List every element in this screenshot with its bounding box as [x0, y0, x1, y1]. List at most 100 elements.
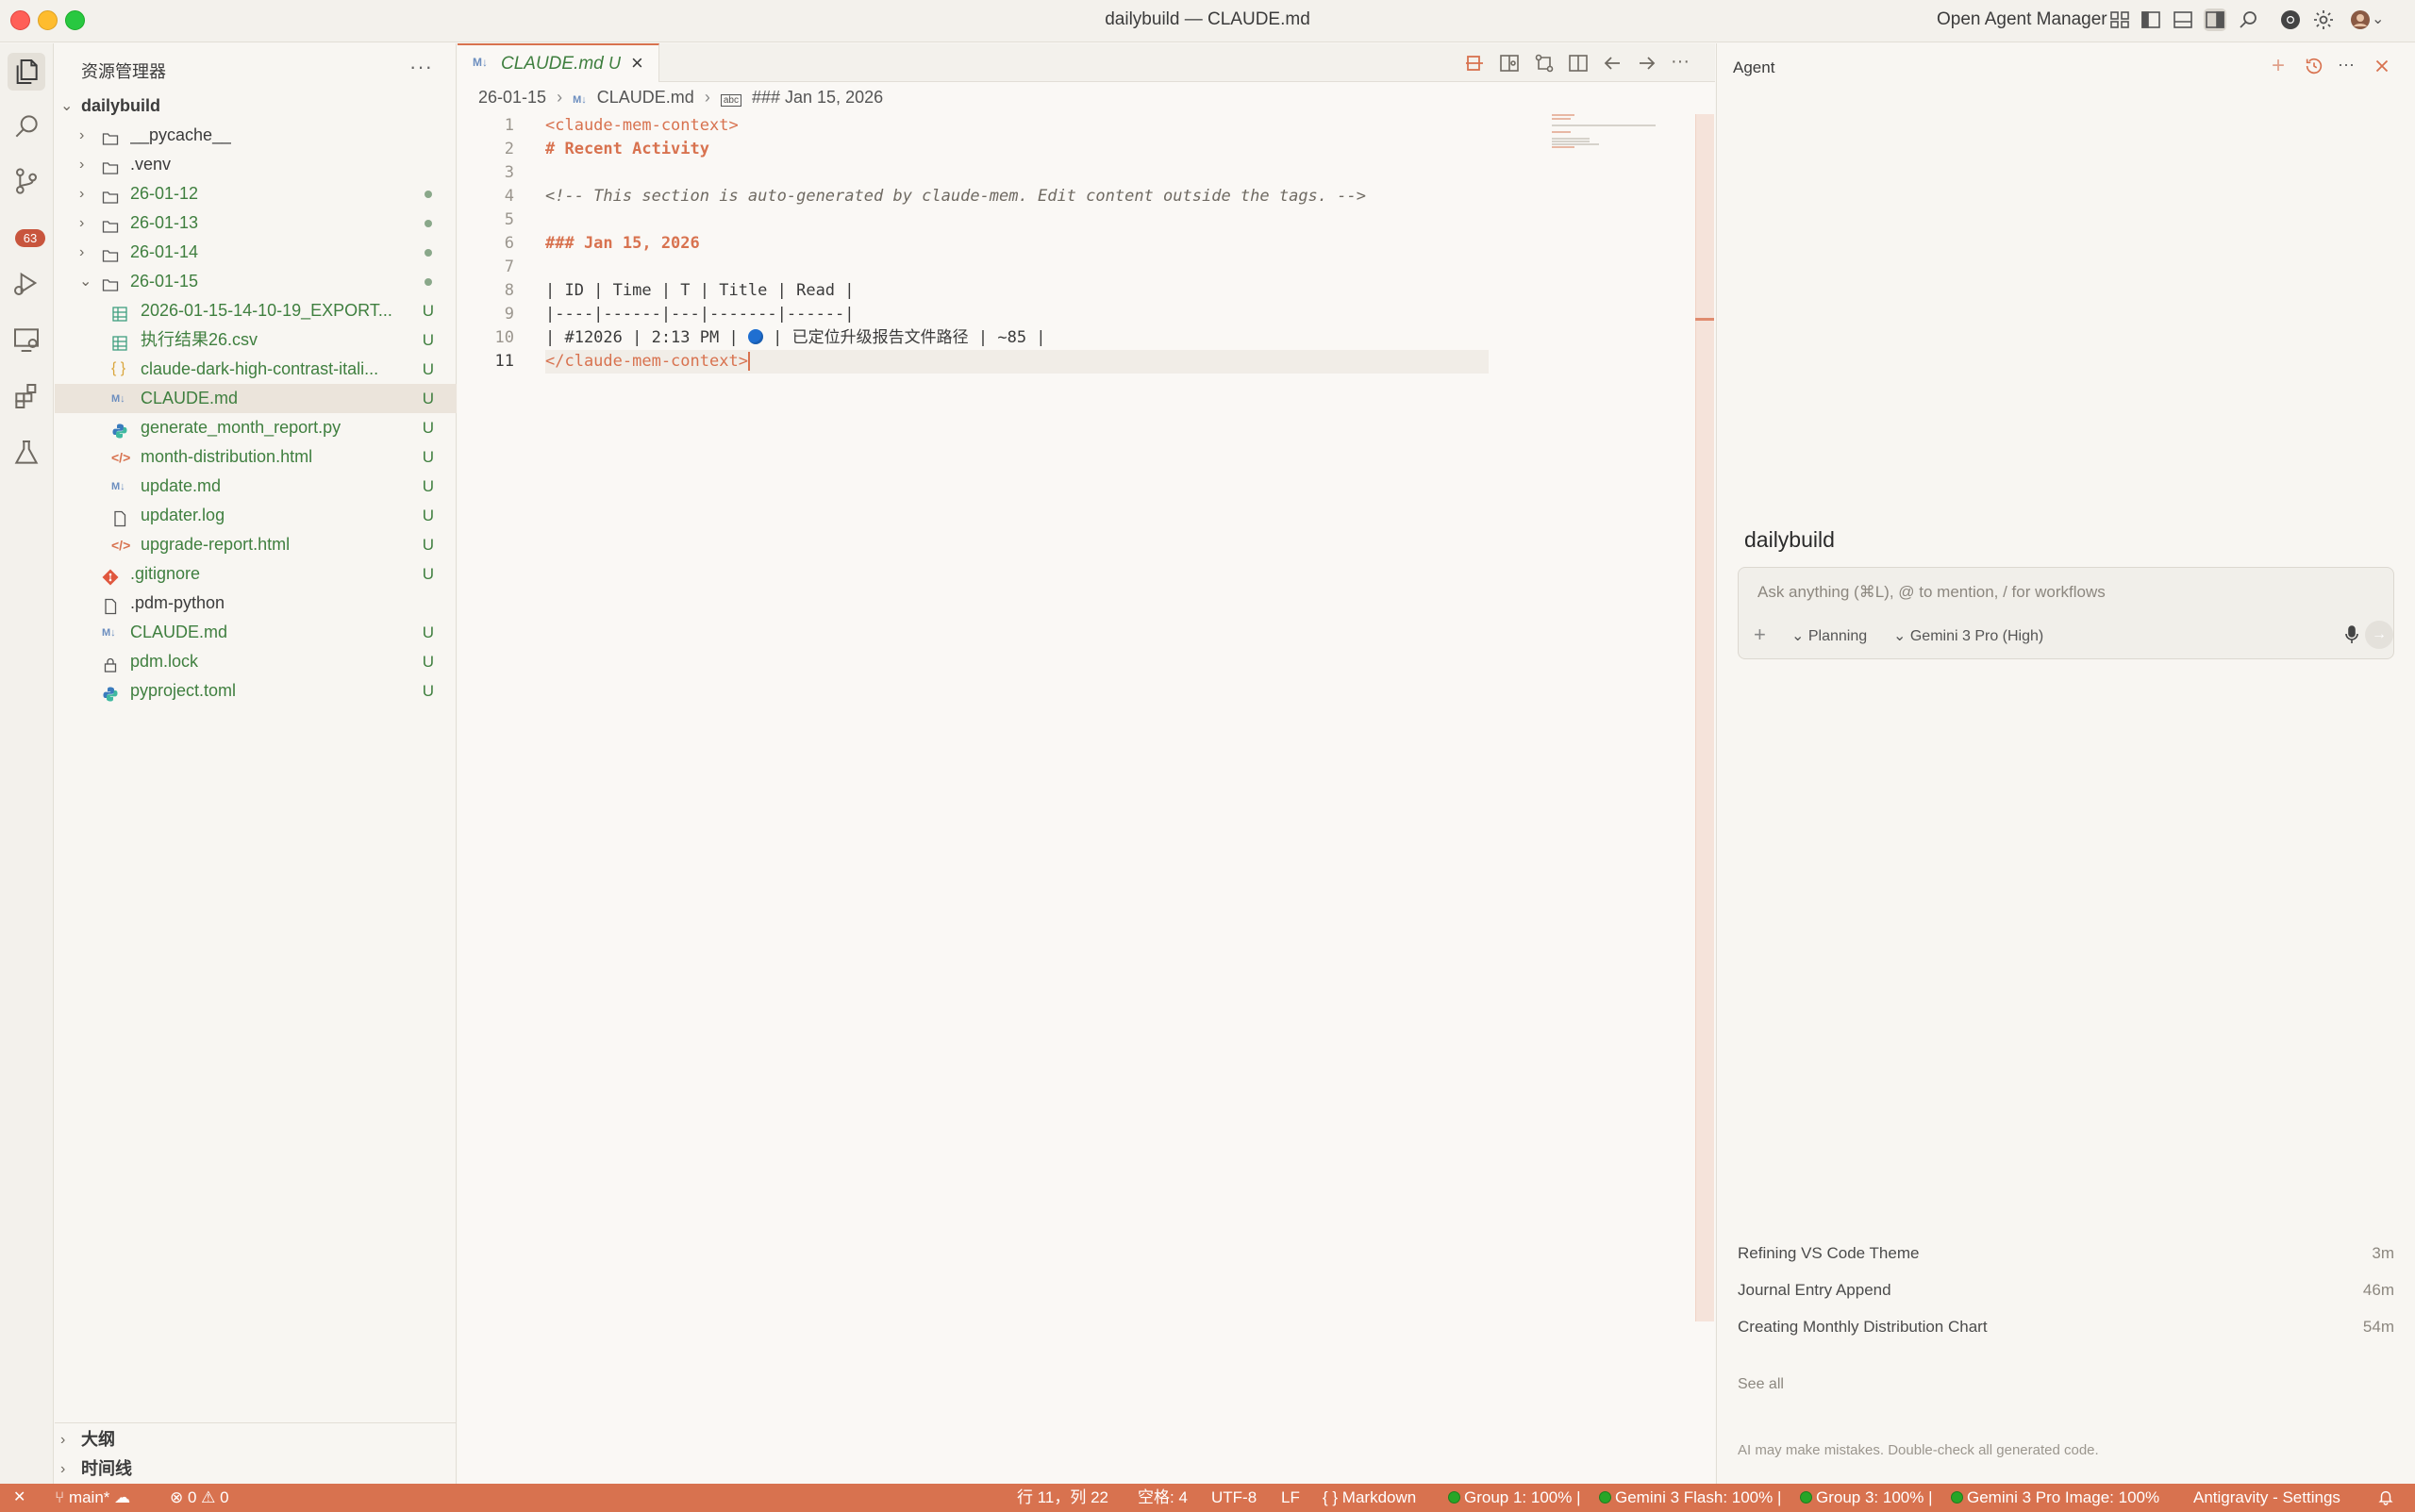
tab-claude-md[interactable]: M↓ CLAUDE.md U ×	[458, 43, 659, 82]
close-panel-icon[interactable]	[2372, 56, 2392, 76]
tree-file[interactable]: .pdm-python	[55, 589, 457, 618]
tree-file[interactable]: { } claude-dark-high-contrast-itali... U	[55, 355, 457, 384]
tree-file[interactable]: </> upgrade-report.html U	[55, 530, 457, 559]
remote-explorer-icon[interactable]	[11, 324, 42, 355]
arrow-right-icon[interactable]	[1636, 52, 1658, 75]
tree-file[interactable]: 2026-01-15-14-10-19_EXPORT... U	[55, 296, 457, 325]
account-chevron-down-icon[interactable]: ⌄	[2372, 8, 2394, 31]
explorer-files-icon[interactable]	[8, 53, 45, 91]
quota-gemini-pro-image[interactable]: Gemini 3 Pro Image: 100%	[1951, 1484, 2159, 1512]
arrow-left-icon[interactable]	[1601, 52, 1624, 75]
see-all-link[interactable]: See all	[1738, 1376, 1784, 1393]
add-context-plus-icon[interactable]: +	[1754, 623, 1766, 647]
quota-gemini-flash[interactable]: Gemini 3 Flash: 100% |	[1599, 1484, 1781, 1512]
testing-flask-icon[interactable]	[11, 438, 42, 468]
modified-dot	[425, 191, 432, 198]
account-avatar[interactable]	[2349, 8, 2372, 31]
markdown-icon: M↓	[573, 94, 587, 106]
language-mode[interactable]: { } Markdown	[1323, 1484, 1416, 1512]
markdown-icon: M↓	[111, 481, 125, 492]
tree-file[interactable]: .gitignore U	[55, 559, 457, 589]
close-icon[interactable]: ×	[631, 51, 643, 75]
search-icon[interactable]	[11, 111, 42, 141]
cursor-position[interactable]: 行 11，列 22	[1017, 1484, 1108, 1512]
more-actions-icon[interactable]: ···	[1671, 52, 1693, 75]
markdown-icon: M↓	[102, 627, 116, 639]
chat-input[interactable]	[1757, 579, 2361, 606]
quota-label: Group 1: 100% |	[1464, 1488, 1581, 1506]
split-editor-icon[interactable]	[1567, 52, 1590, 75]
quota-group-1[interactable]: Group 1: 100% |	[1448, 1484, 1581, 1512]
encoding[interactable]: UTF-8	[1211, 1484, 1257, 1512]
history-icon[interactable]	[2304, 56, 2324, 76]
run-and-debug-icon[interactable]	[11, 268, 42, 298]
folder-icon	[102, 186, 119, 204]
tree-folder[interactable]: › 26-01-13	[55, 208, 457, 238]
tree-folder-root[interactable]: ⌄ dailybuild	[55, 91, 457, 121]
quota-group-3[interactable]: Group 3: 100% |	[1800, 1484, 1933, 1512]
tree-item-label: pyproject.toml	[130, 681, 237, 700]
tree-folder[interactable]: › 26-01-12	[55, 179, 457, 208]
model-dropdown[interactable]: ⌄ Gemini 3 Pro (High)	[1893, 626, 2043, 645]
line-number: 7	[504, 258, 514, 276]
tree-file[interactable]: pyproject.toml U	[55, 676, 457, 706]
sidebar-more-actions-button[interactable]: ···	[409, 55, 433, 79]
toggle-panel-icon[interactable]	[2172, 8, 2194, 31]
breadcrumb-symbol[interactable]: ### Jan 15, 2026	[752, 88, 883, 107]
open-preview-icon[interactable]	[1498, 52, 1521, 75]
git-status: U	[422, 536, 434, 554]
breadcrumb-file[interactable]: CLAUDE.md	[597, 88, 694, 107]
remote-indicator-icon[interactable]: ✕	[13, 1484, 25, 1512]
indentation[interactable]: 空格: 4	[1138, 1484, 1188, 1512]
title-bar: dailybuild — CLAUDE.md Open Agent Manage…	[0, 0, 2415, 42]
tree-file[interactable]: </> month-distribution.html U	[55, 442, 457, 472]
end-of-line[interactable]: LF	[1281, 1484, 1300, 1512]
microphone-icon[interactable]	[2342, 624, 2361, 645]
problems-indicator[interactable]: ⊗ 0 ⚠ 0	[170, 1484, 229, 1512]
toggle-primary-sidebar-icon[interactable]	[2140, 8, 2162, 31]
file-icon	[111, 507, 128, 527]
editor-scrollbar[interactable]	[1695, 114, 1714, 1321]
tree-file[interactable]: M↓ CLAUDE.md U	[55, 618, 457, 647]
tree-file[interactable]: updater.log U	[55, 501, 457, 530]
tree-file[interactable]: M↓ update.md U	[55, 472, 457, 501]
tree-item-label: pdm.lock	[130, 652, 199, 671]
minimap[interactable]	[1552, 114, 1665, 171]
claude-code-icon[interactable]	[1463, 52, 1486, 75]
open-agent-manager-button[interactable]: Open Agent Manager	[1937, 9, 2107, 30]
outline-section[interactable]: › 大纲	[55, 1425, 457, 1454]
chrome-icon[interactable]	[2279, 8, 2302, 31]
settings-gear-icon[interactable]	[2312, 8, 2335, 31]
conversation-item[interactable]: Refining VS Code Theme 3m	[1738, 1244, 2394, 1271]
git-branch[interactable]: ⑂ main* ☁	[55, 1484, 130, 1512]
tree-folder-expanded[interactable]: ⌄ 26-01-15	[55, 267, 457, 296]
tree-folder[interactable]: › 26-01-14	[55, 238, 457, 267]
more-actions-icon[interactable]: ···	[2338, 56, 2358, 76]
code-line: <claude-mem-context>	[545, 116, 739, 135]
conversation-item[interactable]: Creating Monthly Distribution Chart 54m	[1738, 1318, 2394, 1344]
tree-file-selected[interactable]: M↓ CLAUDE.md U	[55, 384, 457, 413]
toggle-secondary-sidebar-icon[interactable]	[2204, 8, 2226, 31]
breadcrumb-folder[interactable]: 26-01-15	[478, 88, 546, 107]
tree-file[interactable]: generate_month_report.py U	[55, 413, 457, 442]
tree-folder[interactable]: › .venv	[55, 150, 457, 179]
customize-layout-icon[interactable]	[2108, 8, 2131, 31]
mode-dropdown[interactable]: ⌄ Planning	[1791, 626, 1867, 645]
conversation-item[interactable]: Journal Entry Append 46m	[1738, 1281, 2394, 1307]
table-file-icon	[111, 303, 128, 322]
timeline-section[interactable]: › 时间线	[55, 1454, 457, 1484]
folder-open-icon	[102, 274, 119, 291]
new-chat-plus-icon[interactable]: +	[2272, 55, 2292, 77]
send-arrow-icon[interactable]: →	[2365, 621, 2393, 649]
tree-file[interactable]: pdm.lock U	[55, 647, 457, 676]
notifications-bell-icon[interactable]	[2377, 1484, 2394, 1512]
line-number: 8	[504, 281, 514, 300]
source-control-icon[interactable]	[11, 166, 42, 196]
chevron-right-icon: ›	[557, 88, 563, 107]
tree-file[interactable]: 执行结果26.csv U	[55, 325, 457, 355]
search-icon[interactable]	[2238, 8, 2260, 31]
compare-changes-icon[interactable]	[1533, 52, 1556, 75]
extensions-icon[interactable]	[11, 381, 42, 411]
tree-folder[interactable]: › __pycache__	[55, 121, 457, 150]
antigravity-settings[interactable]: Antigravity - Settings	[2193, 1484, 2340, 1512]
